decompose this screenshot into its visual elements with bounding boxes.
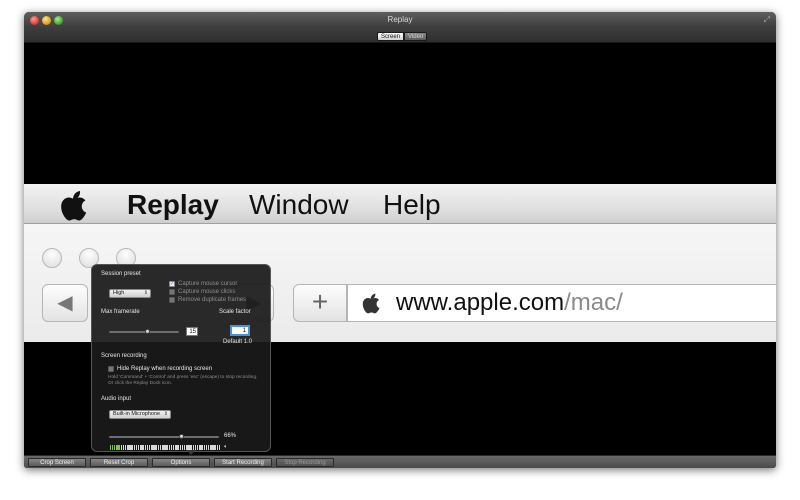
captured-plus-icon: +: [293, 284, 347, 322]
captured-menubar: Replay Window Help: [24, 184, 776, 224]
scale-factor-label: Scale factor: [219, 309, 251, 315]
hide-replay-note: Hold 'Command' + 'Control' and press 'es…: [108, 375, 258, 386]
bottom-toolbar: Crop Screen Reset Crop Options Start Rec…: [24, 455, 776, 468]
popup-chevron-icon: ⇕: [143, 290, 148, 296]
apple-logo-icon: [61, 191, 87, 221]
audio-level-meter: [110, 445, 221, 450]
popup-chevron-icon: ⇕: [163, 411, 168, 417]
video-mode-button[interactable]: Video: [404, 32, 428, 41]
replay-window: Replay ⤢ Screen Video Replay Window Help…: [24, 12, 776, 468]
captured-menu-replay: Replay: [127, 189, 219, 220]
capture-cursor-label: Capture mouse cursor: [178, 281, 238, 287]
volume-slider-track[interactable]: [109, 436, 219, 438]
capture-cursor-checkbox[interactable]: ✓: [169, 281, 175, 287]
capture-clicks-checkbox[interactable]: [169, 289, 175, 295]
hide-replay-label: Hide Replay when recording screen: [117, 366, 213, 372]
volume-percent: 66%: [224, 433, 237, 439]
scale-factor-field[interactable]: 1: [230, 325, 250, 336]
captured-back-icon: ◀: [42, 284, 88, 322]
capture-clicks-label: Capture mouse clicks: [178, 289, 236, 295]
remove-dupes-label: Remove duplicate frames: [178, 297, 247, 303]
session-preset-label: Session preset: [101, 271, 141, 277]
url-apple-icon: [362, 293, 380, 314]
crop-screen-button[interactable]: Crop Screen: [28, 458, 86, 467]
window-title: Replay: [387, 15, 413, 24]
fullscreen-icon[interactable]: ⤢: [764, 15, 770, 25]
screen-recording-label: Screen recording: [101, 353, 147, 359]
max-framerate-label: Max framerate: [101, 309, 140, 315]
url-path: /mac/: [564, 289, 623, 316]
audio-input-label: Audio input: [101, 396, 132, 402]
volume-slider-knob[interactable]: [178, 433, 184, 439]
reset-crop-button[interactable]: Reset Crop: [90, 458, 148, 467]
framerate-slider-knob[interactable]: [144, 328, 150, 334]
framerate-field[interactable]: 15: [186, 327, 198, 336]
captured-menu-window: Window: [249, 189, 349, 220]
stop-recording-button[interactable]: Stop Recording: [276, 458, 334, 467]
captured-url-text: www.apple.com/mac/: [396, 289, 623, 317]
audio-input-value: Built-in Microphone: [113, 411, 161, 417]
remove-dupes-checkbox[interactable]: [169, 297, 175, 303]
audio-input-select[interactable]: Built-in Microphone ⇕: [109, 410, 171, 419]
screen-mode-button[interactable]: Screen: [377, 32, 405, 41]
captured-menu-help: Help: [383, 189, 441, 220]
mode-toggle: Screen Video: [377, 32, 428, 41]
hide-replay-checkbox[interactable]: [108, 366, 114, 372]
options-button[interactable]: Options: [152, 458, 210, 467]
meter-segment: [218, 445, 221, 450]
scale-default-label: Default 1.0: [223, 339, 253, 345]
captured-url-bar: www.apple.com/mac/: [347, 284, 776, 322]
options-panel: Session preset High ⇕ ✓ Capture mouse cu…: [91, 264, 271, 452]
title-bar: Replay ⤢ Screen Video: [24, 12, 776, 43]
url-host: www.apple.com: [396, 289, 565, 316]
session-preset-value: High: [113, 290, 125, 296]
captured-close-dot: [42, 248, 62, 268]
start-recording-button[interactable]: Start Recording: [214, 458, 272, 467]
speaker-icon: 🔈︎: [224, 444, 228, 450]
session-preset-select[interactable]: High ⇕: [109, 289, 151, 298]
